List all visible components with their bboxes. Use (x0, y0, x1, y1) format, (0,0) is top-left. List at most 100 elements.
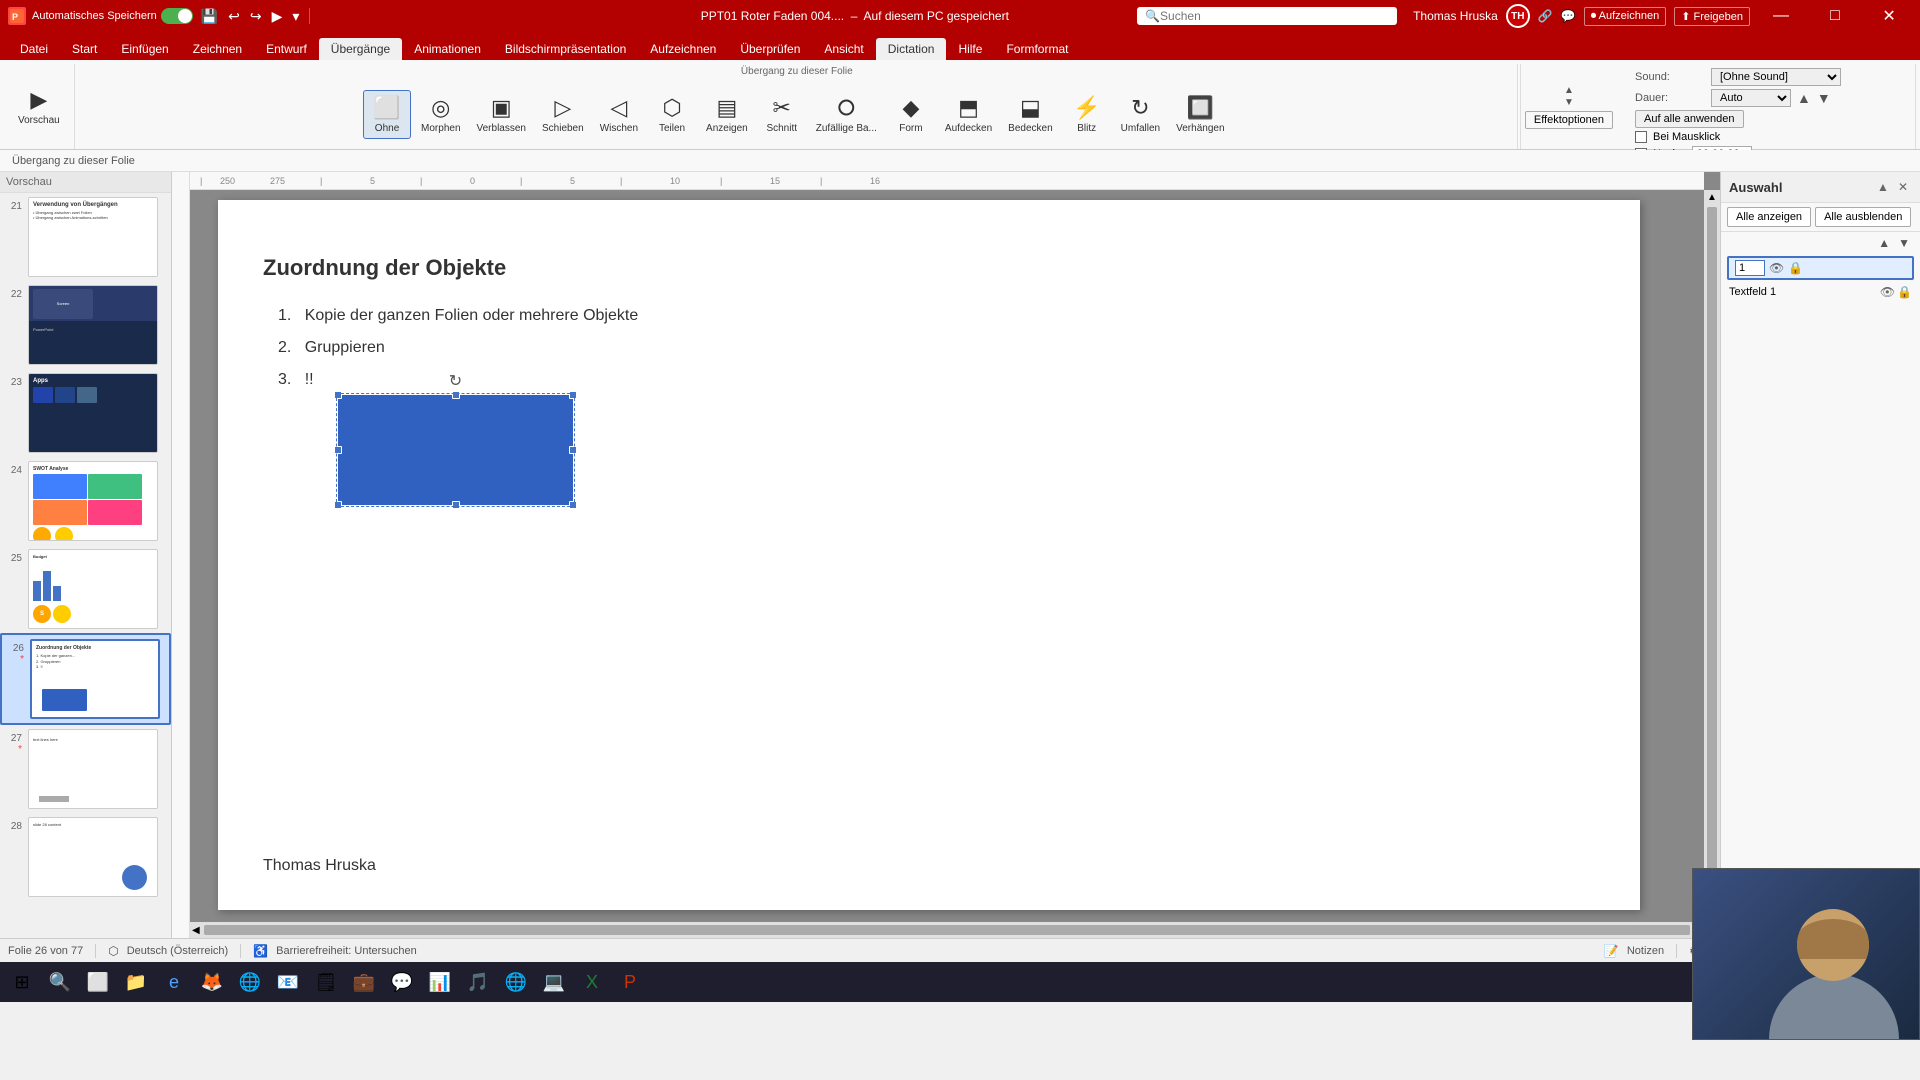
handle-mr[interactable] (569, 446, 577, 454)
textfeld-lock-icon[interactable]: 🔒 (1897, 285, 1912, 299)
handle-tl[interactable] (334, 391, 342, 399)
transition-ohne[interactable]: ⬜ Ohne (363, 90, 411, 139)
auswahl-scroll-down[interactable]: ▼ (1894, 234, 1914, 252)
effektoptionen-button[interactable]: Effektoptionen (1525, 111, 1613, 129)
transition-aufdecken[interactable]: ⬒ Aufdecken (939, 91, 998, 138)
slide-thumb-21[interactable]: 21 Verwendung von Übergängen • Übergang … (0, 193, 171, 281)
ribbon-scroll-up[interactable]: ▲ (1564, 85, 1574, 97)
transition-zufaellig[interactable]: ⭘ Zufällige Ba... (810, 91, 883, 138)
tab-animationen[interactable]: Animationen (402, 38, 493, 60)
alle-anzeigen-button[interactable]: Alle anzeigen (1727, 207, 1811, 227)
ribbon-scroll-down[interactable]: ▼ (1564, 97, 1574, 109)
taskbar-app3[interactable]: 🌐 (498, 964, 534, 1000)
user-avatar[interactable]: TH (1506, 4, 1530, 28)
taskbar-chrome[interactable]: 🌐 (232, 964, 268, 1000)
handle-tr[interactable] (569, 391, 577, 399)
handle-br[interactable] (569, 501, 577, 509)
transition-form[interactable]: ◆ Form (887, 91, 935, 138)
tab-uebergaenge[interactable]: Übergänge (319, 38, 402, 60)
rotate-handle[interactable]: ↻ (449, 371, 462, 391)
comment-icon[interactable]: 💬 (1561, 9, 1576, 23)
scroll-thumb-v[interactable] (1707, 207, 1717, 903)
auswahl-scroll-up[interactable]: ▲ (1874, 234, 1894, 252)
present-icon[interactable]: ▶ (270, 6, 285, 27)
taskbar-outlook[interactable]: 📧 (270, 964, 306, 1000)
handle-tm[interactable] (452, 391, 460, 399)
alle-ausblenden-button[interactable]: Alle ausblenden (1815, 207, 1911, 227)
record-btn[interactable]: ⏺ Aufzeichnen (1584, 7, 1667, 26)
taskbar-excel[interactable]: X (574, 964, 610, 1000)
search-input[interactable] (1160, 9, 1340, 23)
tab-hilfe[interactable]: Hilfe (946, 38, 994, 60)
search-bar[interactable]: 🔍 (1137, 7, 1397, 25)
maximize-button[interactable]: □ (1812, 0, 1858, 32)
tab-formformat[interactable]: Formformat (994, 38, 1080, 60)
dauer-select[interactable]: Auto (1711, 89, 1791, 107)
slide-thumb-27[interactable]: 27 text lines here (0, 725, 171, 813)
taskbar-app1[interactable]: 📊 (422, 964, 458, 1000)
save-icon[interactable]: 💾 (199, 6, 220, 27)
taskbar-skype[interactable]: 💬 (384, 964, 420, 1000)
selected-item-box[interactable]: 👁 🔒 (1727, 256, 1914, 280)
mausklick-checkbox[interactable] (1635, 131, 1647, 143)
taskbar-explorer[interactable]: 📁 (118, 964, 154, 1000)
textfeld-eye-icon[interactable]: 👁 (1880, 285, 1895, 299)
taskbar-app4[interactable]: 💻 (536, 964, 572, 1000)
transition-schnitt[interactable]: ✂ Schnitt (758, 91, 806, 138)
undo-icon[interactable]: ↩ (226, 6, 242, 27)
tab-ueberpruefen[interactable]: Überprüfen (728, 38, 812, 60)
slide-thumb-25[interactable]: 25 Budget S (0, 545, 171, 633)
transition-morphen[interactable]: ◎ Morphen (415, 91, 466, 138)
transition-blitz[interactable]: ⚡ Blitz (1063, 91, 1111, 138)
scroll-thumb-h[interactable] (204, 925, 1691, 935)
transition-umfallen[interactable]: ↻ Umfallen (1115, 91, 1166, 138)
tab-einfuegen[interactable]: Einfügen (109, 38, 180, 60)
taskbar-powerpoint[interactable]: P (612, 964, 648, 1000)
transition-schieben[interactable]: ▷ Schieben (536, 91, 590, 138)
share-icon[interactable]: 🔗 (1538, 9, 1553, 23)
freigeben-btn[interactable]: ⬆ Freigeben (1674, 7, 1750, 26)
tab-dictation[interactable]: Dictation (876, 38, 947, 60)
item-lock-icon[interactable]: 🔒 (1788, 261, 1803, 275)
panel-collapse-btn[interactable]: ▲ (1874, 178, 1892, 196)
tab-bildschirm[interactable]: Bildschirmpräsentation (493, 38, 638, 60)
close-button[interactable]: ✕ (1866, 0, 1912, 32)
taskbar-onenote[interactable]: 🗒 (308, 964, 344, 1000)
tab-start[interactable]: Start (60, 38, 109, 60)
handle-ml[interactable] (334, 446, 342, 454)
tab-entwurf[interactable]: Entwurf (254, 38, 319, 60)
transition-verhaengen[interactable]: 🔲 Verhängen (1170, 91, 1230, 138)
slide-thumb-22[interactable]: 22 Screen PowerPoint (0, 281, 171, 369)
tab-ansicht[interactable]: Ansicht (812, 38, 875, 60)
vorschau-button[interactable]: ▶ Vorschau (12, 83, 66, 130)
tab-datei[interactable]: Datei (8, 38, 60, 60)
notizen-label[interactable]: Notizen (1627, 945, 1664, 957)
scroll-v[interactable]: ▲ ▼ (1704, 190, 1720, 920)
transition-wischen[interactable]: ◁ Wischen (594, 91, 644, 138)
slide-thumb-23[interactable]: 23 Apps (0, 369, 171, 457)
taskbar-search[interactable]: 🔍 (42, 964, 78, 1000)
scroll-left-btn[interactable]: ◀ (190, 923, 202, 938)
selected-item-input[interactable] (1735, 260, 1765, 276)
panel-close-btn[interactable]: ✕ (1894, 178, 1912, 196)
auswahl-item-textfeld1[interactable]: Textfeld 1 👁 🔒 (1721, 282, 1920, 302)
item-eye-icon[interactable]: 👁 (1769, 261, 1784, 275)
slide-thumb-28[interactable]: 28 slide 28 content (0, 813, 171, 901)
notes-icon[interactable]: 📝 (1604, 944, 1619, 958)
dauer-spin-up[interactable]: ▲ (1797, 90, 1811, 106)
taskbar-app2[interactable]: 🎵 (460, 964, 496, 1000)
transition-anzeigen[interactable]: ▤ Anzeigen (700, 91, 754, 138)
taskbar-task-view[interactable]: ⬜ (80, 964, 116, 1000)
blue-rectangle[interactable] (338, 395, 573, 505)
dauer-spin-down[interactable]: ▼ (1817, 90, 1831, 106)
handle-bl[interactable] (334, 501, 342, 509)
scroll-h[interactable]: ◀ ▶ (190, 922, 1704, 938)
scroll-up-btn[interactable]: ▲ (1705, 190, 1719, 205)
tab-aufzeichnen[interactable]: Aufzeichnen (638, 38, 728, 60)
taskbar-start[interactable]: ⊞ (4, 964, 40, 1000)
transition-teilen[interactable]: ⬡ Teilen (648, 91, 696, 138)
apply-all-button[interactable]: Auf alle anwenden (1635, 110, 1744, 128)
transition-bedecken[interactable]: ⬓ Bedecken (1002, 91, 1058, 138)
handle-bm[interactable] (452, 501, 460, 509)
redo-icon[interactable]: ↪ (248, 6, 264, 27)
